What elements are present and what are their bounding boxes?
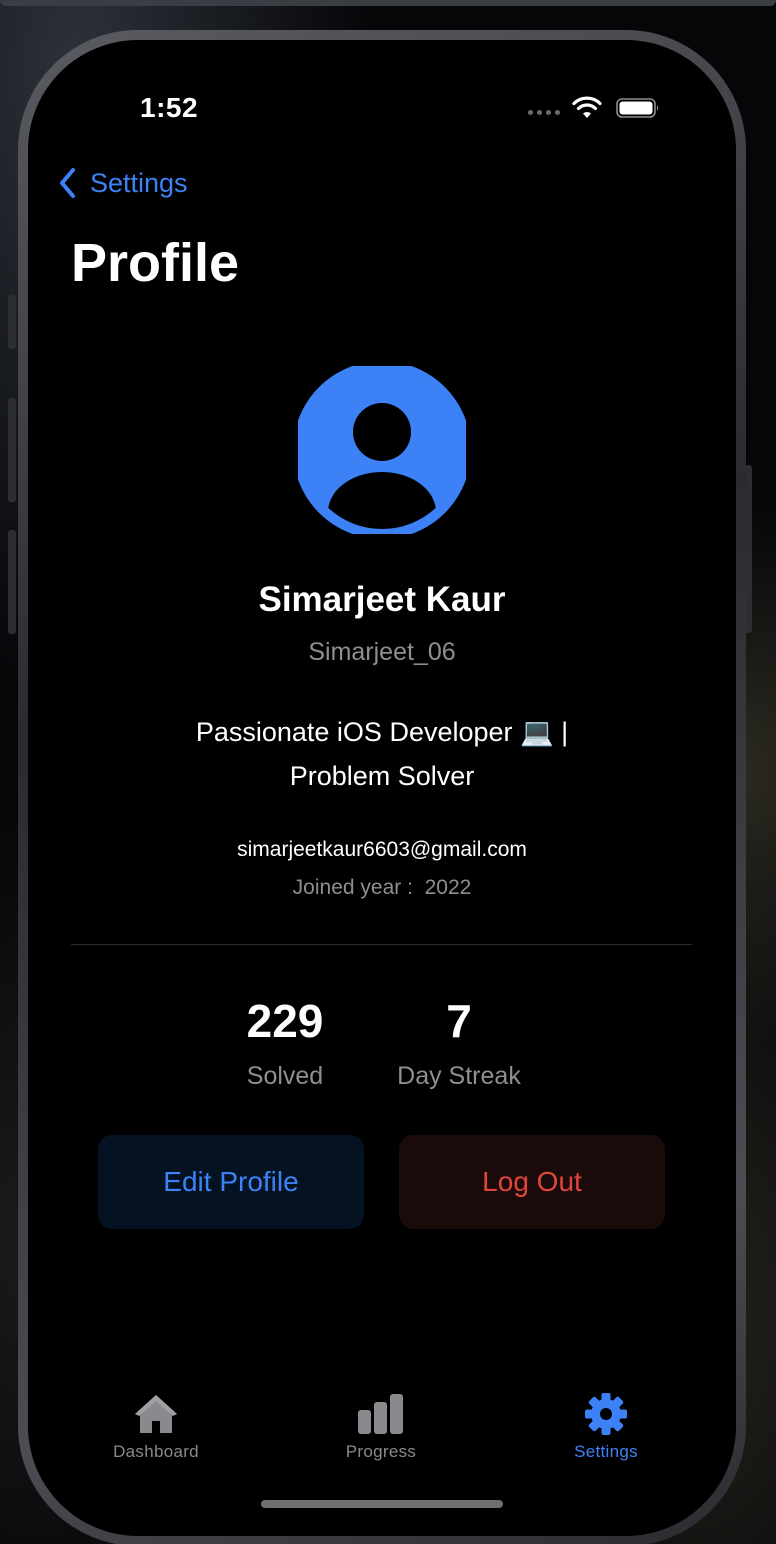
- profile-bio-container: Passionate iOS Developer 💻 | Problem Sol…: [28, 710, 736, 798]
- cellular-signal-icon: [528, 110, 560, 115]
- back-button-label: Settings: [90, 167, 188, 198]
- profile-name: Simarjeet Kaur: [258, 580, 506, 619]
- joined-year-row: Joined year : 2022: [28, 876, 736, 900]
- tab-settings[interactable]: Settings: [526, 1392, 686, 1462]
- volume-up-button: [8, 398, 16, 502]
- back-button[interactable]: Settings: [58, 166, 188, 200]
- stat-value: 7: [446, 995, 472, 1047]
- phone-screen: 1:52 Settings Profile Simarjeet Kaur Sim…: [28, 40, 736, 1536]
- tab-label: Settings: [574, 1442, 638, 1461]
- stat-label: Solved: [246, 1062, 324, 1090]
- edit-profile-button[interactable]: Edit Profile: [98, 1135, 364, 1229]
- chevron-left-icon: [60, 168, 75, 198]
- stat-day-streak: 7 Day Streak: [379, 994, 539, 1091]
- joined-year-label: Joined year :: [292, 876, 413, 899]
- stat-label: Day Streak: [397, 1062, 521, 1090]
- device-backdrop: 1:52 Settings Profile Simarjeet Kaur Sim…: [0, 0, 776, 1544]
- profile-email: simarjeetkaur6603@gmail.com: [237, 838, 527, 861]
- tab-label: Progress: [345, 1442, 417, 1461]
- top-device-edge: [0, 0, 776, 6]
- gear-icon: [585, 1393, 627, 1435]
- wifi-icon: [572, 96, 602, 118]
- tab-dashboard[interactable]: Dashboard: [76, 1392, 236, 1462]
- tab-label: Dashboard: [113, 1442, 199, 1461]
- joined-year-value: 2022: [424, 876, 472, 899]
- battery-icon: [616, 98, 659, 118]
- log-out-button[interactable]: Log Out: [399, 1135, 665, 1229]
- home-indicator[interactable]: [261, 1500, 503, 1508]
- volume-down-button: [8, 530, 16, 634]
- profile-username: Simarjeet_06: [308, 638, 456, 666]
- bar-chart-icon: [358, 1394, 403, 1434]
- stat-solved: 229 Solved: [205, 994, 365, 1091]
- divider: [71, 944, 692, 945]
- page-title: Profile: [71, 233, 240, 293]
- stat-value: 229: [246, 995, 324, 1047]
- avatar: [298, 366, 466, 534]
- mute-switch: [8, 295, 16, 349]
- profile-bio: Passionate iOS Developer 💻 | Problem Sol…: [195, 717, 569, 791]
- house-icon: [135, 1395, 177, 1433]
- status-time: 1:52: [140, 92, 199, 123]
- tab-progress[interactable]: Progress: [301, 1392, 461, 1462]
